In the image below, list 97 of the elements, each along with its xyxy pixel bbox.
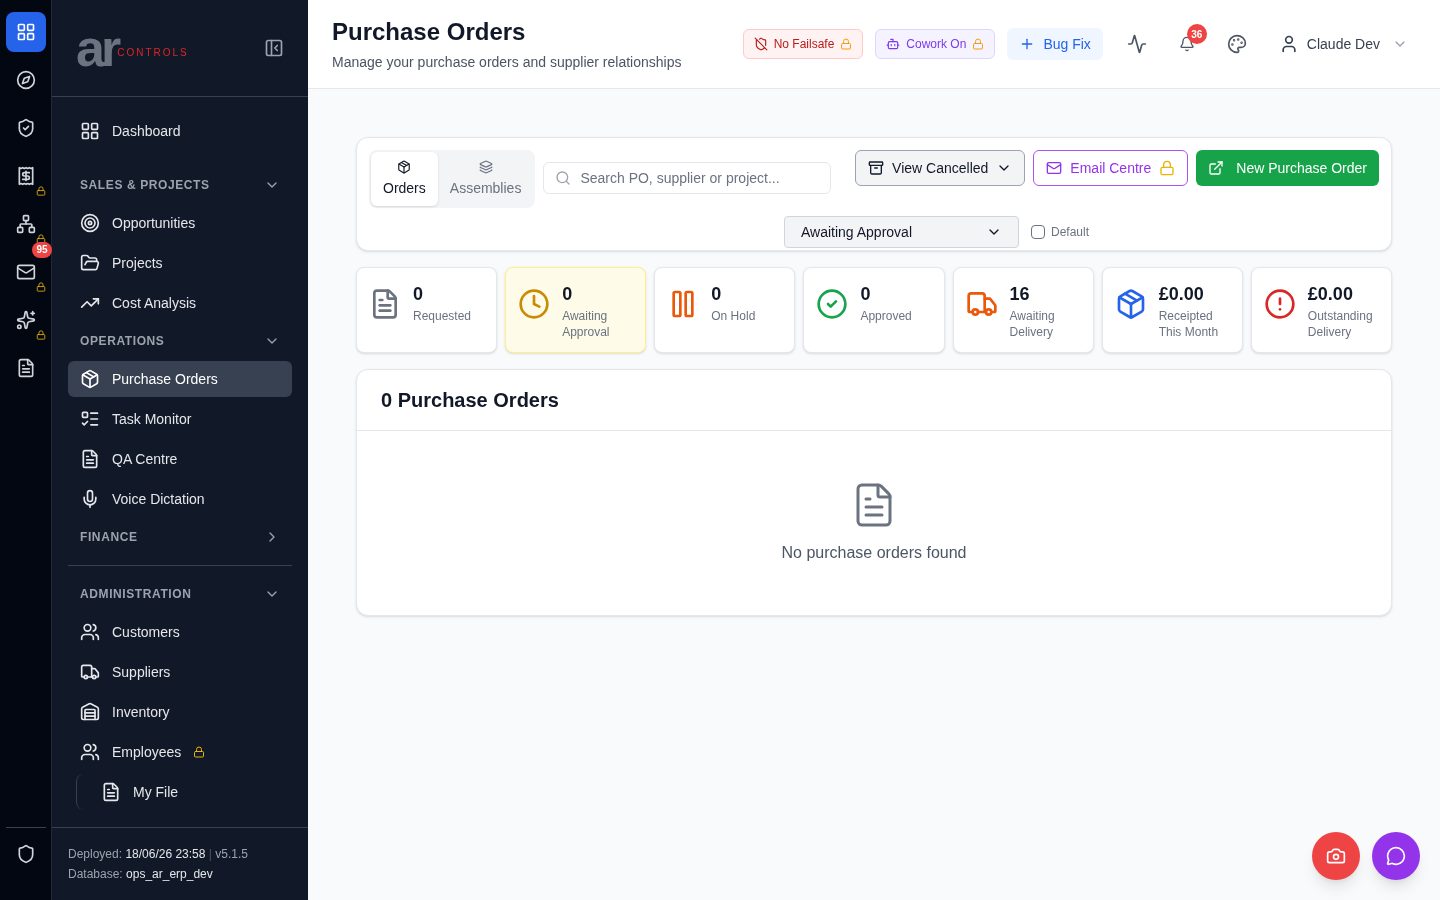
stat-label: Approved [860,308,912,324]
lock-icon [35,330,46,340]
truck-icon [80,662,100,682]
document-icon [101,782,121,802]
count-badge: 95 [32,242,52,258]
stat-card[interactable]: £0.00 Outstanding Delivery [1250,267,1392,353]
screenshot-button[interactable] [1312,832,1360,880]
email-centre-button[interactable]: Email Centre [1033,150,1189,186]
sidebar-item[interactable]: Inventory [68,694,292,730]
sidebar-item[interactable]: Suppliers [68,654,292,690]
checklist-icon [80,409,100,429]
stat-card[interactable]: £0.00 Receipted This Month [1101,267,1243,353]
stat-card[interactable]: 0 Requested [356,267,498,353]
chat-button[interactable] [1372,832,1420,880]
lock-icon [193,746,206,758]
camera-icon [1326,846,1346,866]
sidebar-item[interactable]: Voice Dictation [68,481,292,517]
users-icon [80,742,100,762]
sidebar-item[interactable]: Employees [68,734,292,770]
stat-value: £0.00 [1307,283,1354,306]
microphone-icon [80,489,100,509]
stat-label: Awaiting Approval [562,308,611,340]
stat-value: 0 [711,283,723,306]
lock-icon [35,234,46,244]
lock-icon [35,186,46,196]
view-cancelled-button[interactable]: View Cancelled [855,150,1026,186]
archive-icon [868,160,885,176]
notification-count: 36 [1186,24,1207,44]
default-checkbox[interactable] [1030,225,1045,239]
stat-card[interactable]: 16 Awaiting Delivery [952,267,1094,353]
stat-card[interactable]: 0 Approved [803,267,945,353]
section-header[interactable]: FINANCE [68,517,292,557]
status-chip[interactable]: Cowork On [875,29,996,59]
document-icon [80,449,100,469]
chat-icon [1386,846,1406,866]
stat-value: £0.00 [1158,283,1205,306]
stat-value: 0 [562,283,574,306]
sidebar-item[interactable]: Cost Analysis [68,285,292,321]
sidebar-item[interactable]: Purchase Orders [68,361,292,397]
lock-icon [35,282,46,292]
sidebar-item[interactable]: Dashboard [68,113,292,149]
collapse-sidebar-icon[interactable] [264,38,284,58]
box-icon [80,369,100,389]
warehouse-icon [80,702,100,722]
stat-label: Outstanding Delivery [1307,308,1374,340]
stat-value: 16 [1009,283,1031,306]
database-info: Database: ops_ar_erp_dev [68,866,214,883]
users-icon [80,622,100,642]
stat-card[interactable]: 0 Awaiting Approval [505,267,647,353]
stat-label: On Hold [711,308,756,324]
user-menu[interactable]: Claude Dev [1278,34,1408,54]
palette-icon[interactable] [1226,34,1247,54]
stat-value: 0 [860,283,872,306]
sidebar-item[interactable]: Projects [68,245,292,281]
sidebar-item[interactable]: Opportunities [68,205,292,241]
sidebar-item[interactable]: Customers [68,614,292,650]
compass-icon [15,70,36,90]
mail-icon [1046,160,1063,176]
section-header[interactable]: ADMINISTRATION [68,574,292,614]
empty-message: No purchase orders found [781,543,967,563]
stat-label: Receipted This Month [1158,308,1220,340]
status-select[interactable]: Awaiting Approval [783,216,1019,248]
default-label: Default [1050,224,1089,240]
grid-icon [80,121,100,141]
network-icon [15,214,36,234]
shield-off-icon [753,37,768,51]
layers-icon [478,160,493,174]
external-link-icon [1208,160,1225,176]
notifications-icon[interactable] [1178,36,1195,52]
view-tab[interactable]: Orders [371,152,438,206]
page-title: Purchase Orders [332,17,527,47]
robot-icon [886,37,901,51]
grid-icon [15,22,36,42]
stat-card[interactable]: 0 On Hold [654,267,796,353]
sidebar-item[interactable]: My File [77,774,292,810]
page-subtitle: Manage your purchase orders and supplier relationships [332,53,683,72]
section-header[interactable]: SALES & PROJECTS [68,165,292,205]
panel-title: 0 Purchase Orders [381,388,559,413]
status-chip[interactable]: No Failsafe [742,29,864,59]
stat-value: 0 [413,283,424,306]
deployment-info: Deployed: 18/06/26 23:58 | v5.1.5 [68,846,249,863]
target-icon [80,213,100,233]
rail-button[interactable] [5,12,46,52]
folder-icon [80,253,100,273]
stat-label: Awaiting Delivery [1009,308,1056,340]
mail-icon [15,262,36,282]
search-icon [555,170,572,186]
sparkles-icon [15,310,36,330]
bug-fix-button[interactable]: Bug Fix [1007,28,1103,60]
activity-icon[interactable] [1126,34,1147,54]
view-tab[interactable]: Assemblies [437,152,534,206]
sidebar-item[interactable]: QA Centre [68,441,292,477]
stat-label: Requested [413,308,472,324]
sidebar-item[interactable]: Task Monitor [68,401,292,437]
box-icon [397,160,412,174]
search-field[interactable]: Search PO, supplier or project... [543,162,832,194]
section-header[interactable]: OPERATIONS [68,321,292,361]
